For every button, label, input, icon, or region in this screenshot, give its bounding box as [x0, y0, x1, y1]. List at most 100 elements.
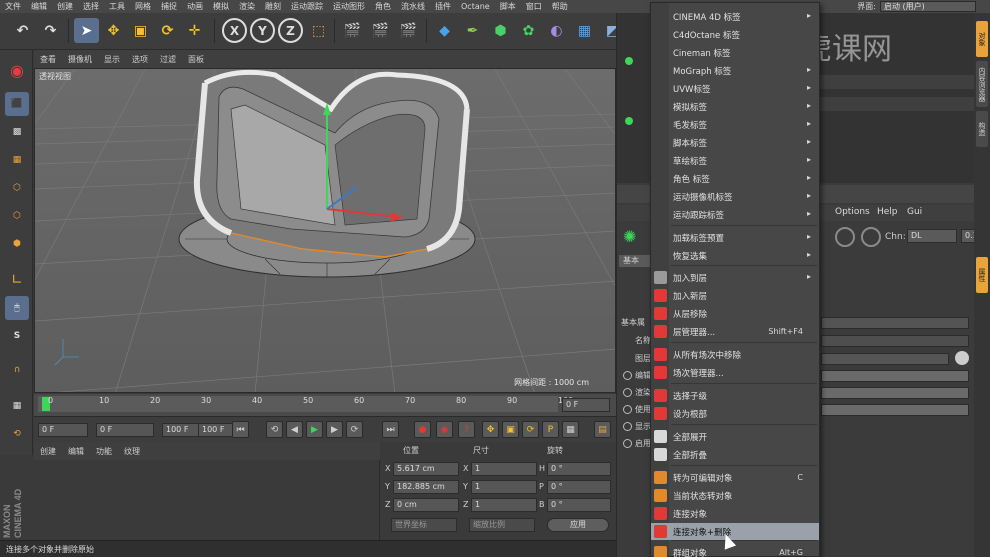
- context-menu-item[interactable]: 恢复选集 ▸: [651, 247, 819, 264]
- context-menu-item[interactable]: 从所有场次中移除: [651, 346, 819, 363]
- autokey-icon[interactable]: ◉: [436, 421, 453, 438]
- context-menu-item[interactable]: CINEMA 4D 标签 ▸: [651, 8, 819, 25]
- attr-option-radio[interactable]: [623, 439, 632, 448]
- context-menu-item[interactable]: 运动摄像机标签 ▸: [651, 188, 819, 205]
- layout-select[interactable]: 启动 (用户): [880, 1, 976, 12]
- snap-icon[interactable]: S: [5, 324, 29, 348]
- menu-item[interactable]: 文件: [0, 1, 26, 12]
- context-menu-item[interactable]: 设为根部: [651, 405, 819, 422]
- menu-item[interactable]: 选择: [78, 1, 104, 12]
- menu-item[interactable]: 插件: [430, 1, 456, 12]
- material-menu-item[interactable]: 功能: [90, 446, 118, 457]
- context-menu-item[interactable]: 加入新层: [651, 287, 819, 304]
- material-menu-item[interactable]: 编辑: [62, 446, 90, 457]
- viewport-menu-item[interactable]: 摄像机: [62, 54, 98, 65]
- deformer-icon[interactable]: ◐: [544, 18, 569, 43]
- prev-frame-icon[interactable]: ◀: [286, 421, 303, 438]
- keyframe-selection-icon[interactable]: ?: [458, 421, 475, 438]
- start-frame-field[interactable]: 0 F: [38, 423, 88, 437]
- context-menu-item[interactable]: 连接对象+删除: [651, 523, 819, 540]
- context-menu-item[interactable]: 模拟标签 ▸: [651, 98, 819, 115]
- next-frame-icon[interactable]: ▶: [326, 421, 343, 438]
- tab-content-browser[interactable]: 内容浏览器: [976, 61, 988, 107]
- context-menu-item[interactable]: 群组对象 Alt+G: [651, 544, 819, 557]
- timeline-window-icon[interactable]: ▤: [594, 421, 611, 438]
- context-menu-item[interactable]: 加载标签预置 ▸: [651, 229, 819, 246]
- context-menu-item[interactable]: 全部展开: [651, 428, 819, 445]
- coord-size-field[interactable]: 1: [471, 480, 537, 494]
- prev-key-icon[interactable]: ⟲: [266, 421, 283, 438]
- material-menu-item[interactable]: 创建: [34, 446, 62, 457]
- z-axis-button[interactable]: Z: [278, 18, 303, 43]
- key-rotation-icon[interactable]: ⟳: [522, 421, 539, 438]
- tweak-icon[interactable]: 🖱: [5, 296, 29, 320]
- viewport-menu-item[interactable]: 显示: [98, 54, 126, 65]
- apply-button[interactable]: 应用: [547, 518, 609, 532]
- perspective-viewport[interactable]: 透视视图 网格间距 : 1000 cm: [34, 68, 616, 393]
- planar-workplane-icon[interactable]: ⟲: [5, 422, 29, 446]
- key-pla-icon[interactable]: ▦: [562, 421, 579, 438]
- menu-item[interactable]: 雕刻: [260, 1, 286, 12]
- pen-icon[interactable]: ✒: [460, 18, 485, 43]
- transform-tool-icon[interactable]: ✛: [182, 18, 207, 43]
- render-view-icon[interactable]: 🎬: [340, 18, 365, 43]
- coord-rotation-field[interactable]: 0 °: [547, 462, 611, 476]
- attr-option-radio[interactable]: [623, 405, 632, 414]
- context-menu-item[interactable]: 当前状态转对象: [651, 487, 819, 504]
- node-icon[interactable]: [861, 227, 881, 247]
- make-editable-icon[interactable]: ◉: [5, 58, 29, 82]
- attr-tab-basic[interactable]: 基本: [619, 255, 653, 267]
- key-position-icon[interactable]: ✥: [482, 421, 499, 438]
- cube-icon[interactable]: ◆: [432, 18, 457, 43]
- menu-item[interactable]: 模拟: [208, 1, 234, 12]
- menu-item[interactable]: 工具: [104, 1, 130, 12]
- tab-objects[interactable]: 对象: [976, 21, 988, 57]
- menu-item[interactable]: 渲染: [234, 1, 260, 12]
- viewport-menu-item[interactable]: 过滤: [154, 54, 182, 65]
- attr-row-field-1[interactable]: [821, 317, 969, 329]
- y-axis-button[interactable]: Y: [250, 18, 275, 43]
- goto-start-icon[interactable]: ⏮: [232, 421, 249, 438]
- coordinate-system-icon[interactable]: ⬚: [306, 18, 331, 43]
- attr-layer-field[interactable]: [821, 353, 949, 365]
- menu-item[interactable]: 运动图形: [328, 1, 370, 12]
- render-settings-icon[interactable]: 🎬: [396, 18, 421, 43]
- coord-rotation-field[interactable]: 0 °: [547, 498, 611, 512]
- viewport-menu-item[interactable]: 选项: [126, 54, 154, 65]
- render-picture-viewer-icon[interactable]: 🎬: [368, 18, 393, 43]
- workplane-lock-icon[interactable]: ▦: [5, 394, 29, 418]
- redo-icon[interactable]: ↷: [38, 18, 63, 43]
- context-menu-item[interactable]: C4dOctane 标签: [651, 26, 819, 43]
- timeline[interactable]: 0102030405060708090100 0 F: [34, 394, 616, 416]
- scale-mode-select[interactable]: 缩放比例: [469, 518, 535, 532]
- play-icon[interactable]: ▶: [306, 421, 323, 438]
- context-menu-item[interactable]: 全部折叠: [651, 446, 819, 463]
- menu-item[interactable]: Octane: [456, 2, 495, 11]
- world-coords-select[interactable]: 世界坐标: [391, 518, 457, 532]
- x-axis-button[interactable]: X: [222, 18, 247, 43]
- menu-item[interactable]: 创建: [52, 1, 78, 12]
- select-tool-icon[interactable]: ➤: [74, 18, 99, 43]
- menu-item[interactable]: 捕捉: [156, 1, 182, 12]
- key-scale-icon[interactable]: ▣: [502, 421, 519, 438]
- menu-item[interactable]: 窗口: [521, 1, 547, 12]
- viewport-menu-item[interactable]: 查看: [34, 54, 62, 65]
- context-menu-item[interactable]: 加入到层 ▸: [651, 269, 819, 286]
- octane-icon[interactable]: ✺: [623, 227, 643, 247]
- record-icon[interactable]: ●: [414, 421, 431, 438]
- menu-item[interactable]: 角色: [370, 1, 396, 12]
- coord-size-field[interactable]: 1: [471, 498, 537, 512]
- coord-rotation-field[interactable]: 0 °: [547, 480, 611, 494]
- attr-option-radio[interactable]: [623, 422, 632, 431]
- attr-menu-help[interactable]: Help: [877, 207, 898, 217]
- points-mode-icon[interactable]: ⬡: [5, 176, 29, 200]
- attr-option-dropdown[interactable]: [821, 404, 969, 416]
- goto-end-icon[interactable]: ⏭: [382, 421, 399, 438]
- context-menu-item[interactable]: 选择子级: [651, 387, 819, 404]
- context-menu-item[interactable]: 角色 标签 ▸: [651, 170, 819, 187]
- min-frame-field[interactable]: 0 F: [96, 423, 154, 437]
- undo-icon[interactable]: ↶: [10, 18, 35, 43]
- chn-select[interactable]: DL: [907, 229, 957, 243]
- context-menu-item[interactable]: 从层移除: [651, 305, 819, 322]
- coord-position-field[interactable]: 0 cm: [393, 498, 459, 512]
